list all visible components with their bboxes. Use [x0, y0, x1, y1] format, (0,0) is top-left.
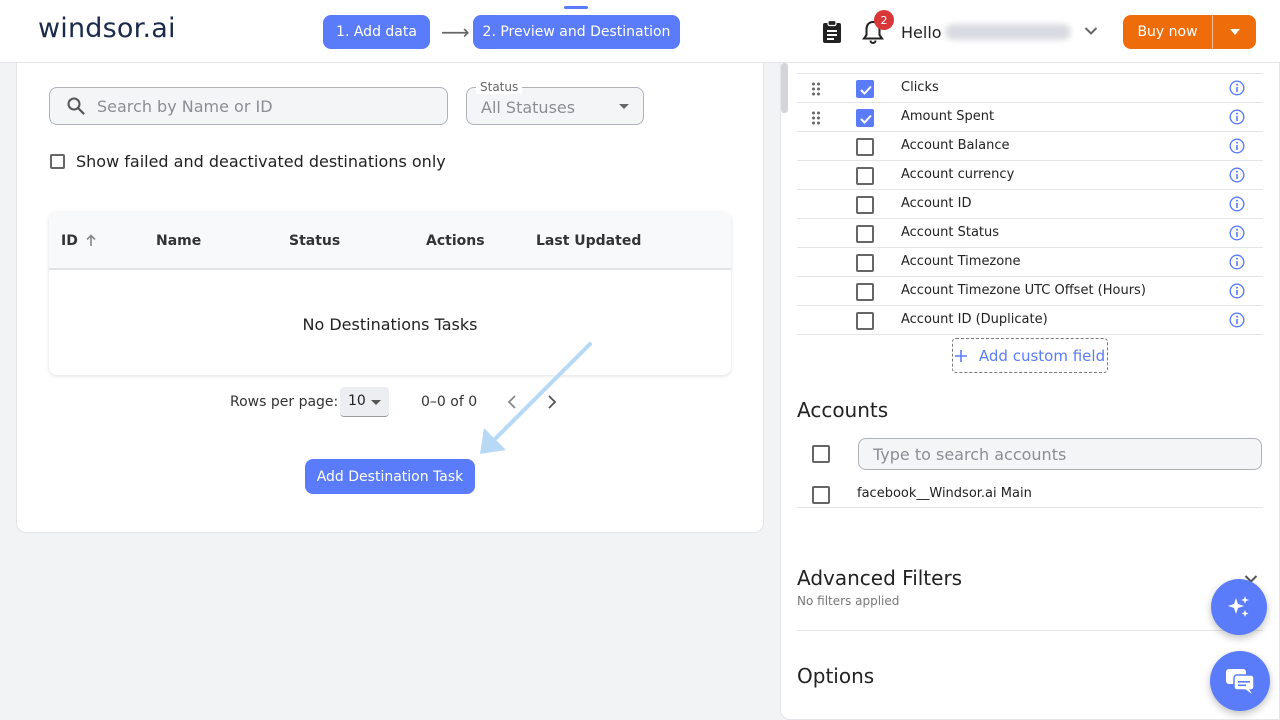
- app-header: windsor.ai 1. Add data ⟶ 2. Preview and …: [0, 0, 1280, 63]
- account-search-input[interactable]: [873, 445, 1243, 464]
- account-label[interactable]: facebook__Windsor.ai Main: [857, 486, 1032, 501]
- failed-only-checkbox[interactable]: [50, 154, 65, 169]
- field-checkbox[interactable]: [856, 196, 874, 214]
- field-row[interactable]: Account Timezone UTC Offset (Hours): [797, 277, 1263, 306]
- destination-search-box[interactable]: [49, 87, 448, 125]
- panel-scrollbar[interactable]: [781, 63, 788, 113]
- field-checkbox[interactable]: [856, 80, 874, 98]
- account-row[interactable]: facebook__Windsor.ai Main: [797, 480, 1263, 508]
- advanced-filters-subtitle: No filters applied: [797, 594, 900, 608]
- step-preview-destination-button[interactable]: 2. Preview and Destination: [473, 15, 680, 49]
- info-icon[interactable]: [1229, 254, 1245, 270]
- empty-table-message: No Destinations Tasks: [302, 315, 478, 334]
- user-email-redacted: [945, 24, 1071, 40]
- account-checkbox[interactable]: [812, 486, 830, 504]
- field-row[interactable]: Account ID (Duplicate): [797, 306, 1263, 335]
- destinations-table: ID Name Status Actions Last Updated No D…: [49, 212, 731, 375]
- field-row[interactable]: Amount Spent: [797, 103, 1263, 132]
- pagination-range: 0–0 of 0: [421, 394, 478, 410]
- add-custom-field-button[interactable]: Add custom field: [952, 338, 1108, 373]
- drag-handle-icon[interactable]: [811, 82, 821, 96]
- column-name[interactable]: Name: [156, 233, 201, 249]
- column-id[interactable]: ID: [61, 233, 78, 249]
- info-icon[interactable]: [1229, 167, 1245, 183]
- info-icon[interactable]: [1229, 283, 1245, 299]
- column-actions: Actions: [426, 233, 485, 249]
- greeting-text: Hello: [901, 23, 942, 42]
- column-status[interactable]: Status: [289, 233, 340, 249]
- accounts-title: Accounts: [797, 398, 889, 422]
- hint-arrow-icon: [480, 342, 592, 454]
- field-label: Account ID (Duplicate): [901, 312, 1048, 327]
- field-row[interactable]: Clicks: [797, 74, 1263, 103]
- active-step-indicator: [564, 6, 588, 9]
- destination-search-input[interactable]: [97, 96, 417, 116]
- field-checkbox[interactable]: [856, 167, 874, 185]
- field-checkbox[interactable]: [856, 312, 874, 330]
- section-divider: [797, 630, 1263, 631]
- step-arrow-icon: ⟶: [441, 20, 470, 44]
- field-row[interactable]: Account ID: [797, 190, 1263, 219]
- field-row[interactable]: Account Balance: [797, 132, 1263, 161]
- buy-now-label[interactable]: Buy now: [1123, 15, 1213, 49]
- notification-badge: 2: [874, 10, 894, 30]
- checkmark-icon: [860, 114, 872, 124]
- field-label: Amount Spent: [901, 109, 995, 124]
- status-filter-label: Status: [476, 80, 523, 94]
- search-icon: [67, 97, 85, 115]
- field-label: Account Timezone: [901, 254, 1021, 269]
- advanced-filters-title[interactable]: Advanced Filters: [797, 566, 962, 590]
- field-checkbox[interactable]: [856, 225, 874, 243]
- field-row[interactable]: Account currency: [797, 161, 1263, 190]
- account-search-box[interactable]: [858, 438, 1262, 470]
- column-last-updated[interactable]: Last Updated: [536, 233, 641, 249]
- field-label: Account Status: [901, 225, 1000, 240]
- step-add-data-button[interactable]: 1. Add data: [323, 15, 430, 49]
- buy-dropdown-toggle[interactable]: [1213, 15, 1256, 49]
- drag-handle-icon[interactable]: [811, 111, 821, 125]
- caret-down-icon: [619, 104, 629, 109]
- field-checkbox[interactable]: [856, 138, 874, 156]
- table-header: ID Name Status Actions Last Updated: [49, 212, 731, 270]
- field-label: Clicks: [901, 80, 939, 95]
- caret-down-icon: [371, 400, 381, 405]
- info-icon[interactable]: [1229, 312, 1245, 328]
- caret-down-icon: [1229, 29, 1240, 35]
- ai-assistant-button[interactable]: [1211, 579, 1267, 635]
- info-icon[interactable]: [1229, 225, 1245, 241]
- chat-support-button[interactable]: [1210, 651, 1270, 711]
- chat-icon: [1226, 669, 1255, 694]
- field-label: Account currency: [901, 167, 1015, 182]
- field-label: Account ID: [901, 196, 972, 211]
- add-destination-task-button[interactable]: Add Destination Task: [305, 459, 475, 494]
- chevron-down-icon[interactable]: [1084, 26, 1098, 36]
- info-icon[interactable]: [1229, 80, 1245, 96]
- windsor-logo[interactable]: windsor.ai: [38, 13, 176, 44]
- field-checkbox[interactable]: [856, 283, 874, 301]
- field-label: Account Timezone UTC Offset (Hours): [901, 283, 1146, 298]
- rows-per-page-value: 10: [348, 393, 366, 409]
- clipboard-icon[interactable]: [822, 20, 842, 44]
- info-icon[interactable]: [1229, 196, 1245, 212]
- info-icon[interactable]: [1229, 138, 1245, 154]
- plus-icon: [954, 349, 967, 362]
- rows-per-page-select[interactable]: 10: [340, 387, 389, 417]
- add-custom-field-label: Add custom field: [978, 346, 1106, 365]
- status-filter-value: All Statuses: [481, 98, 576, 117]
- field-row[interactable]: Account Status: [797, 219, 1263, 248]
- status-filter-select[interactable]: Status All Statuses: [466, 80, 644, 125]
- failed-only-label[interactable]: Show failed and deactivated destinations…: [76, 152, 446, 171]
- rows-per-page-label: Rows per page:: [230, 394, 339, 410]
- sort-ascending-icon[interactable]: [85, 234, 97, 247]
- field-row[interactable]: Account Timezone: [797, 248, 1263, 277]
- sparkle-icon: [1228, 596, 1249, 617]
- select-all-accounts-checkbox[interactable]: [812, 445, 830, 463]
- info-icon[interactable]: [1229, 109, 1245, 125]
- options-title[interactable]: Options: [797, 664, 874, 688]
- field-label: Account Balance: [901, 138, 1010, 153]
- field-checkbox[interactable]: [856, 254, 874, 272]
- buy-now-button[interactable]: Buy now: [1123, 15, 1256, 49]
- checkmark-icon: [860, 85, 872, 95]
- field-checkbox[interactable]: [856, 109, 874, 127]
